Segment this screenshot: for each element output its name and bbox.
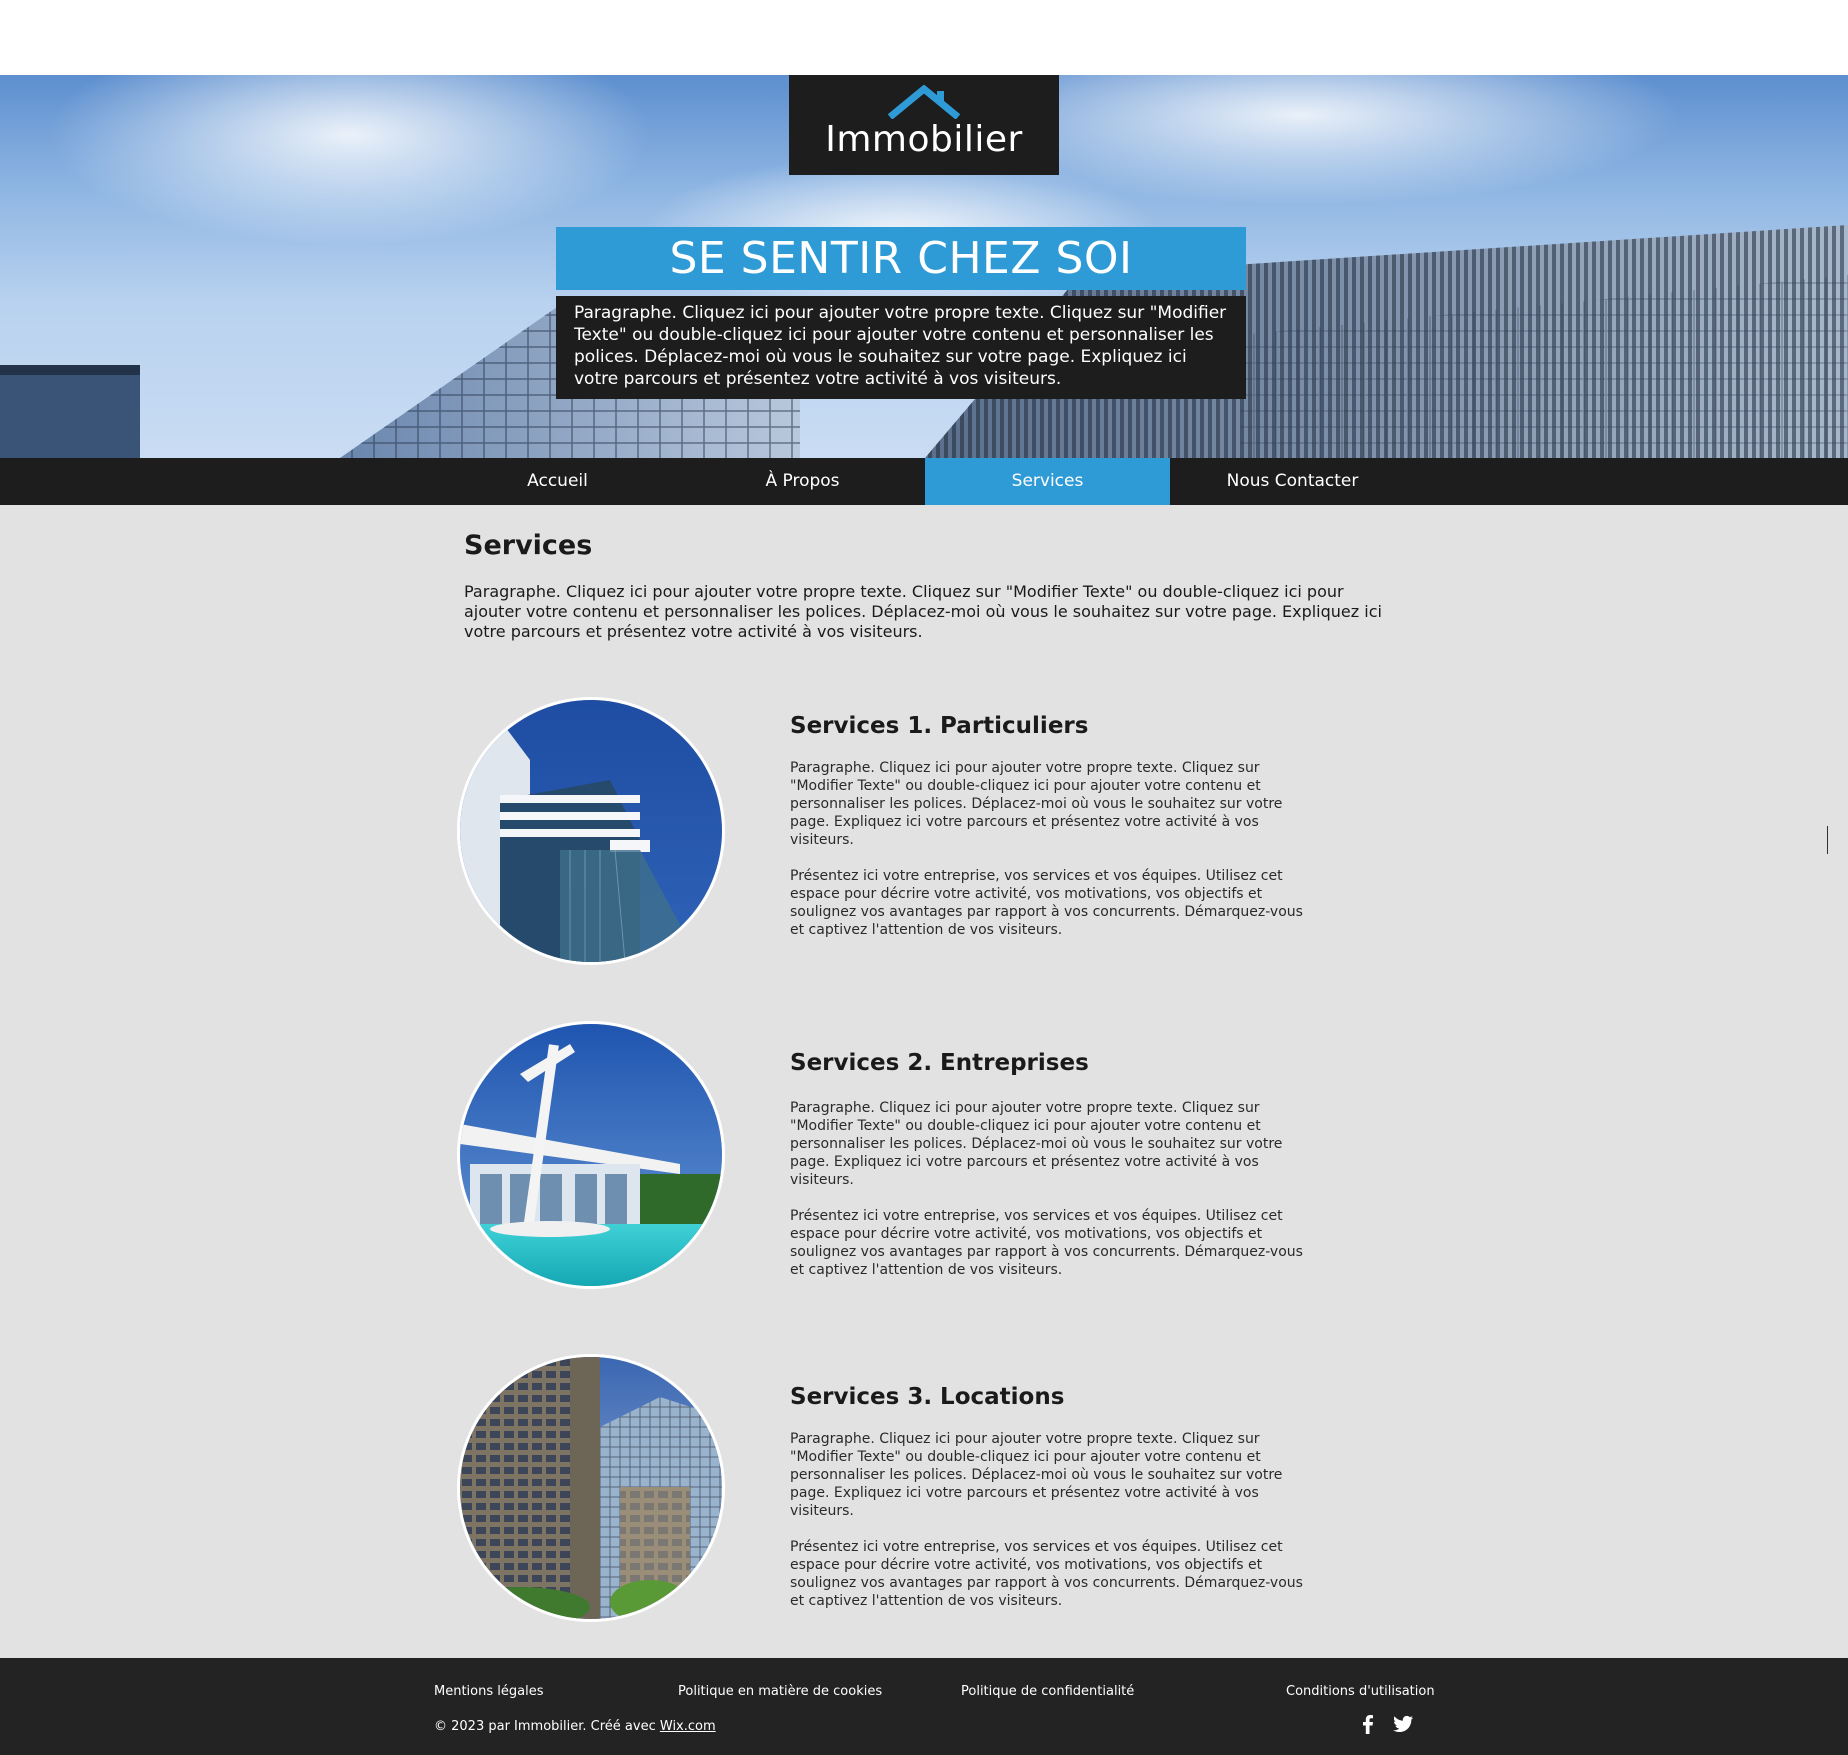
hero-paragraph: Paragraphe. Cliquez ici pour ajouter vot… [556, 296, 1246, 399]
main-navigation: Accueil À Propos Services Nous Contacter [0, 458, 1848, 505]
service-1-paragraph-1: Paragraphe. Cliquez ici pour ajouter vot… [790, 760, 1283, 848]
site-logo[interactable]: Immobilier [789, 75, 1059, 175]
intro-paragraph: Paragraphe. Cliquez ici pour ajouter vot… [464, 582, 1382, 641]
service-3-paragraph-1: Paragraphe. Cliquez ici pour ajouter vot… [790, 1431, 1283, 1519]
nav-item-services[interactable]: Services [925, 458, 1170, 505]
twitter-icon[interactable] [1391, 1712, 1415, 1736]
service-1-image [457, 697, 725, 965]
service-3-text: Paragraphe. Cliquez ici pour ajouter vot… [790, 1430, 1310, 1628]
facebook-icon[interactable] [1356, 1712, 1380, 1736]
service-3-paragraph-2: Présentez ici votre entreprise, vos serv… [790, 1539, 1303, 1609]
site-footer: Mentions légales Politique en matière de… [0, 1658, 1848, 1755]
service-1-paragraph-2: Présentez ici votre entreprise, vos serv… [790, 868, 1303, 938]
text-cursor [1827, 826, 1828, 854]
copyright-text: © 2023 par Immobilier. Créé avec Wix.com [434, 1719, 716, 1734]
footer-link-cookies[interactable]: Politique en matière de cookies [678, 1684, 882, 1699]
footer-link-confidentialite[interactable]: Politique de confidentialité [961, 1684, 1134, 1699]
site-name: Immobilier [825, 119, 1023, 160]
nav-item-nous-contacter[interactable]: Nous Contacter [1170, 458, 1415, 505]
page-title: Services [464, 530, 593, 561]
wix-link[interactable]: Wix.com [660, 1719, 716, 1734]
service-1-text: Paragraphe. Cliquez ici pour ajouter vot… [790, 759, 1310, 957]
service-2-image [457, 1021, 725, 1289]
service-3-image [457, 1354, 725, 1622]
service-1-title: Services 1. Particuliers [790, 713, 1089, 739]
house-roof-icon [887, 85, 961, 119]
footer-link-mentions-legales[interactable]: Mentions légales [434, 1684, 543, 1699]
service-2-text: Paragraphe. Cliquez ici pour ajouter vot… [790, 1099, 1310, 1297]
footer-link-conditions[interactable]: Conditions d'utilisation [1286, 1684, 1435, 1699]
service-3-title: Services 3. Locations [790, 1384, 1065, 1410]
nav-item-accueil[interactable]: Accueil [435, 458, 680, 505]
hero-tagline: SE SENTIR CHEZ SOI [556, 227, 1246, 290]
service-2-title: Services 2. Entreprises [790, 1050, 1089, 1076]
top-whitespace [0, 0, 1848, 75]
service-2-paragraph-1: Paragraphe. Cliquez ici pour ajouter vot… [790, 1100, 1283, 1188]
nav-item-a-propos[interactable]: À Propos [680, 458, 925, 505]
copyright-prefix: © 2023 par Immobilier. Créé avec [434, 1719, 660, 1734]
service-2-paragraph-2: Présentez ici votre entreprise, vos serv… [790, 1208, 1303, 1278]
